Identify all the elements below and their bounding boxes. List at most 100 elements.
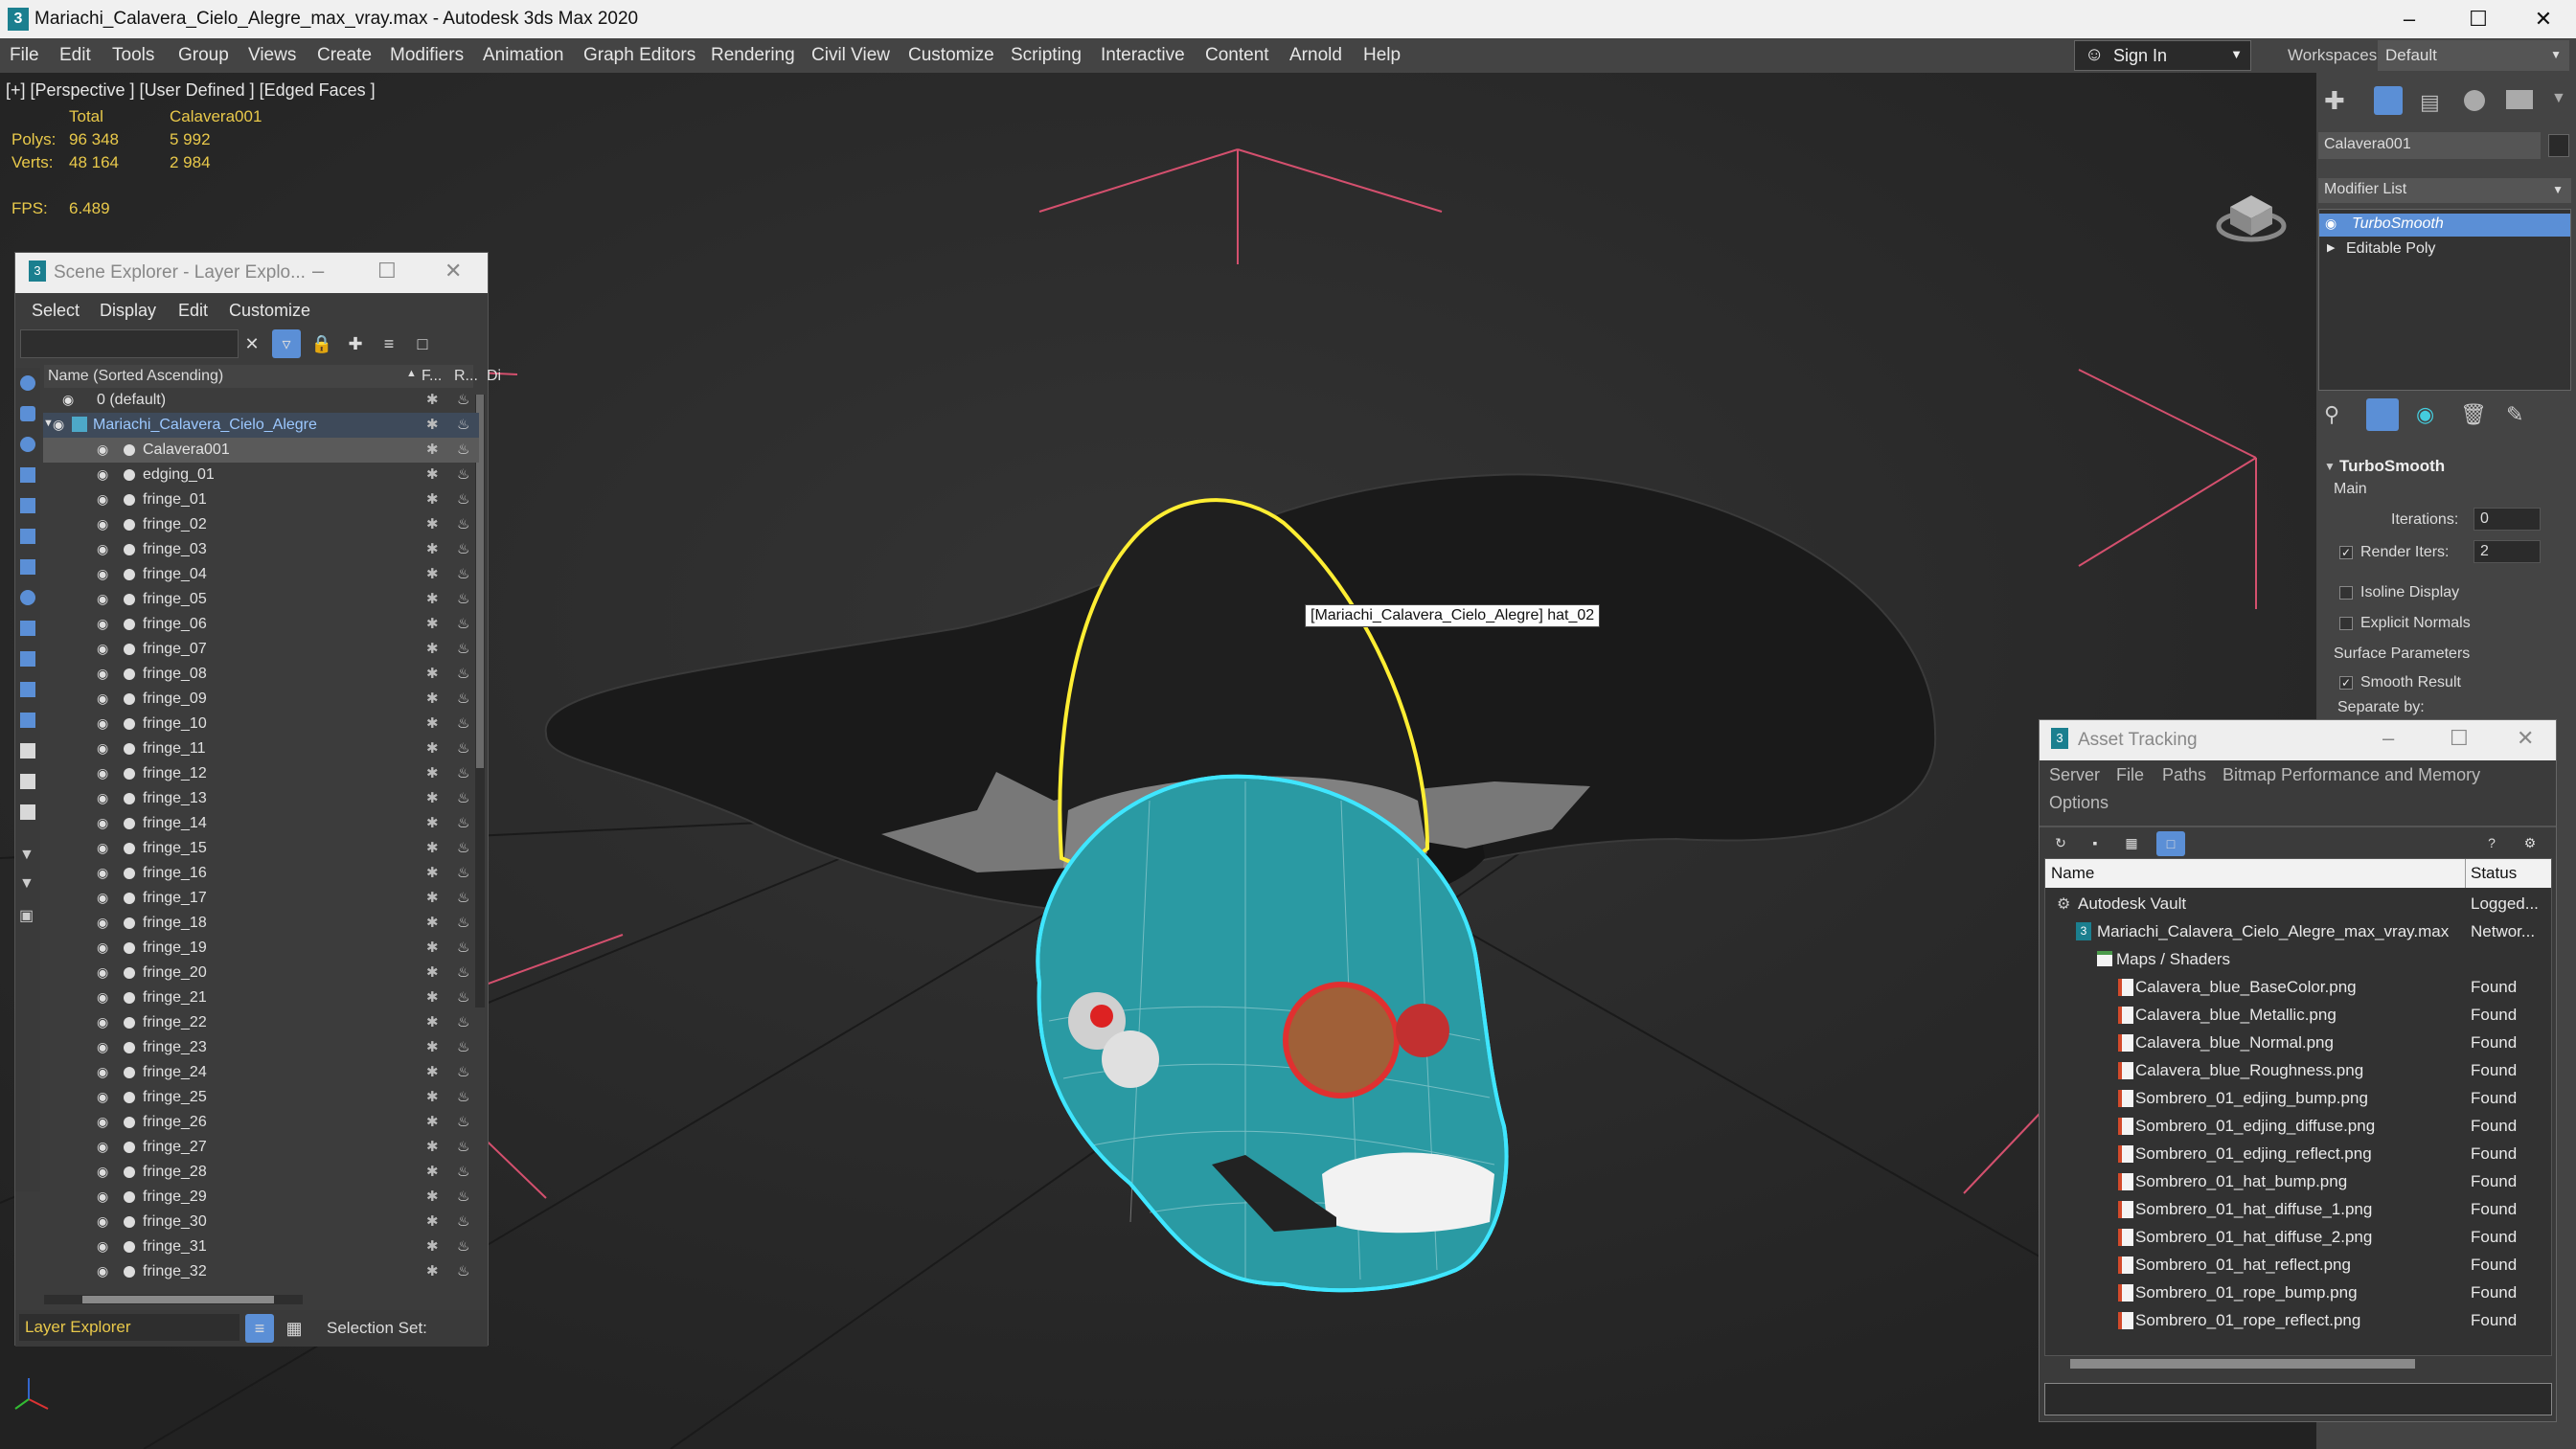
object-row[interactable]: ◉ fringe_32 ✱ ♨ xyxy=(43,1259,479,1284)
se-menu-customize[interactable]: Customize xyxy=(229,301,310,321)
configure-sets-icon[interactable]: ✎ xyxy=(2506,402,2523,427)
visibility-eye-icon[interactable]: ◉ xyxy=(97,666,108,682)
object-row[interactable]: ◉ fringe_04 ✱ ♨ xyxy=(43,562,479,587)
asset-tracking-titlebar[interactable]: 3 Asset Tracking – ☐ ✕ xyxy=(2040,720,2556,760)
freeze-icon[interactable]: ✱ xyxy=(426,515,439,532)
utilities-tab-icon[interactable]: ▼ xyxy=(2551,90,2566,107)
freeze-icon[interactable]: ✱ xyxy=(426,889,439,906)
visibility-eye-icon[interactable]: ◉ xyxy=(97,466,108,483)
at-menu-server[interactable]: Server xyxy=(2049,765,2100,785)
freeze-icon[interactable]: ✱ xyxy=(426,590,439,607)
render-teapot-icon[interactable]: ♨ xyxy=(457,1063,469,1080)
se-col-render[interactable]: R... xyxy=(454,368,478,385)
render-teapot-icon[interactable]: ♨ xyxy=(457,914,469,931)
object-row[interactable]: ◉ fringe_05 ✱ ♨ xyxy=(43,587,479,612)
freeze-icon[interactable]: ✱ xyxy=(426,1188,439,1205)
display-cameras-icon[interactable] xyxy=(20,467,35,483)
close-icon[interactable]: ✕ xyxy=(445,259,462,283)
render-teapot-icon[interactable]: ♨ xyxy=(457,739,469,757)
visibility-eye-icon[interactable]: ◉ xyxy=(97,890,108,906)
object-row[interactable]: ◉ fringe_15 ✱ ♨ xyxy=(43,836,479,861)
render-teapot-icon[interactable]: ♨ xyxy=(457,839,469,856)
display-lights-icon[interactable] xyxy=(20,437,35,452)
freeze-icon[interactable]: ✱ xyxy=(426,416,439,433)
display-invert-icon[interactable] xyxy=(20,804,35,820)
layer-mode-icon[interactable]: ≡ xyxy=(245,1314,274,1343)
table-view-icon[interactable]: □ xyxy=(2156,831,2185,856)
workspaces-dropdown[interactable]: Default ▼ xyxy=(2378,40,2569,71)
visibility-eye-icon[interactable]: ◉ xyxy=(97,1139,108,1155)
freeze-icon[interactable]: ✱ xyxy=(426,739,439,757)
render-teapot-icon[interactable]: ♨ xyxy=(457,714,469,732)
visibility-eye-icon[interactable]: ◉ xyxy=(97,541,108,557)
object-row[interactable]: ◉ fringe_20 ✱ ♨ xyxy=(43,961,479,985)
tree-view-icon[interactable]: ▦ xyxy=(2120,831,2143,854)
freeze-icon[interactable]: ✱ xyxy=(426,963,439,981)
render-iters-spinner[interactable]: 2 xyxy=(2473,540,2541,563)
object-row[interactable]: ◉ fringe_19 ✱ ♨ xyxy=(43,936,479,961)
freeze-icon[interactable]: ✱ xyxy=(426,490,439,508)
freeze-icon[interactable]: ✱ xyxy=(426,1113,439,1130)
make-unique-icon[interactable]: ◉ xyxy=(2416,402,2434,427)
explicit-normals-checkbox[interactable] xyxy=(2339,617,2353,630)
display-hidden-icon[interactable] xyxy=(20,713,35,728)
menu-create[interactable]: Create xyxy=(317,45,372,66)
freeze-icon[interactable]: ✱ xyxy=(426,1212,439,1230)
close-icon[interactable]: ✕ xyxy=(2510,0,2576,38)
settings-icon[interactable]: ⚙ xyxy=(2519,831,2542,854)
object-row[interactable]: ◉ fringe_08 ✱ ♨ xyxy=(43,662,479,687)
explorer-type-dropdown[interactable]: Layer Explorer xyxy=(19,1314,239,1341)
render-teapot-icon[interactable]: ♨ xyxy=(457,963,469,981)
visibility-eye-icon[interactable]: ◉ xyxy=(97,989,108,1006)
visibility-eye-icon[interactable]: ◉ xyxy=(97,1164,108,1180)
render-teapot-icon[interactable]: ♨ xyxy=(457,1138,469,1155)
display-helpers-icon[interactable] xyxy=(20,498,35,513)
freeze-icon[interactable]: ✱ xyxy=(426,615,439,632)
freeze-icon[interactable]: ✱ xyxy=(426,1237,439,1255)
visibility-eye-icon[interactable]: ◉ xyxy=(97,1089,108,1105)
render-teapot-icon[interactable]: ♨ xyxy=(457,939,469,956)
object-row[interactable]: ◉ fringe_25 ✱ ♨ xyxy=(43,1085,479,1110)
minimize-icon[interactable]: – xyxy=(2376,0,2443,38)
render-teapot-icon[interactable]: ♨ xyxy=(457,416,469,433)
object-row[interactable]: ◉ edging_01 ✱ ♨ xyxy=(43,463,479,487)
freeze-icon[interactable]: ✱ xyxy=(426,988,439,1006)
menu-file[interactable]: File xyxy=(10,45,39,66)
menu-tools[interactable]: Tools xyxy=(112,45,154,66)
render-teapot-icon[interactable]: ♨ xyxy=(457,789,469,806)
render-teapot-icon[interactable]: ♨ xyxy=(457,441,469,458)
render-teapot-icon[interactable]: ♨ xyxy=(457,988,469,1006)
maximize-icon[interactable]: ☐ xyxy=(2450,726,2469,751)
render-teapot-icon[interactable]: ♨ xyxy=(457,615,469,632)
display-all-icon[interactable] xyxy=(20,743,35,758)
render-teapot-icon[interactable]: ♨ xyxy=(457,814,469,831)
minimize-icon[interactable]: – xyxy=(2382,726,2394,751)
asset-row[interactable]: Maps / Shaders xyxy=(2045,945,2553,973)
object-row[interactable]: ◉ fringe_23 ✱ ♨ xyxy=(43,1035,479,1060)
maximize-icon[interactable]: ☐ xyxy=(377,259,397,283)
asset-row[interactable]: Sombrero_01_hat_reflect.png Found xyxy=(2045,1251,2553,1279)
asset-row[interactable]: Sombrero_01_hat_diffuse_1.png Found xyxy=(2045,1195,2553,1223)
visibility-eye-icon[interactable]: ◉ xyxy=(97,516,108,532)
visibility-eye-icon[interactable]: ◉ xyxy=(97,865,108,881)
object-row[interactable]: ◉ fringe_01 ✱ ♨ xyxy=(43,487,479,512)
add-layer-icon[interactable]: ✚ xyxy=(341,329,370,358)
visibility-eye-icon[interactable]: ◉ xyxy=(62,392,74,408)
render-teapot-icon[interactable]: ♨ xyxy=(457,1188,469,1205)
menu-help[interactable]: Help xyxy=(1363,45,1401,66)
object-color-swatch[interactable] xyxy=(2548,134,2569,157)
se-col-display[interactable]: Di xyxy=(487,368,501,385)
object-row[interactable]: ◉ fringe_11 ✱ ♨ xyxy=(43,736,479,761)
object-row[interactable]: ◉ fringe_27 ✱ ♨ xyxy=(43,1135,479,1160)
asset-row[interactable]: Sombrero_01_rope_bump.png Found xyxy=(2045,1279,2553,1306)
render-teapot-icon[interactable]: ♨ xyxy=(457,490,469,508)
menu-views[interactable]: Views xyxy=(248,45,296,66)
asset-row[interactable]: ⚙ Autodesk Vault Logged... xyxy=(2045,890,2553,917)
se-menu-display[interactable]: Display xyxy=(100,301,156,321)
display-groups-icon[interactable] xyxy=(20,559,35,575)
freeze-icon[interactable]: ✱ xyxy=(426,391,439,408)
freeze-icon[interactable]: ✱ xyxy=(426,1262,439,1279)
visibility-eye-icon[interactable]: ◉ xyxy=(97,566,108,582)
render-teapot-icon[interactable]: ♨ xyxy=(457,1163,469,1180)
scene-explorer-titlebar[interactable]: 3 Scene Explorer - Layer Explo... – ☐ ✕ xyxy=(15,253,488,293)
